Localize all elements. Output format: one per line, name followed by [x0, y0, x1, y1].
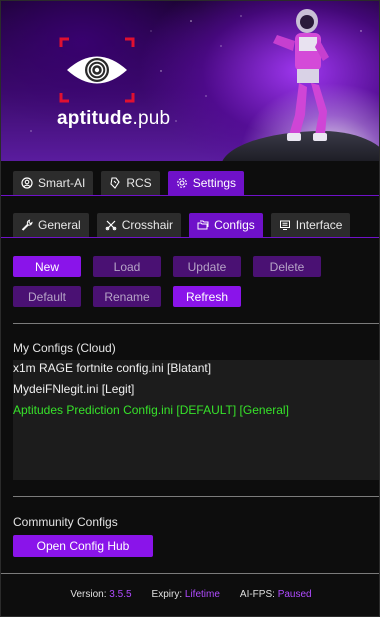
tab-label: Smart-AI [38, 176, 86, 190]
tab-general[interactable]: General [13, 213, 89, 237]
tab-interface[interactable]: Interface [270, 213, 351, 237]
app-window: aptitude.pub Smart-AI RCS Settings Gener… [0, 0, 380, 617]
expiry-value: Lifetime [184, 589, 220, 600]
config-actions-row1: New Load Update Delete [13, 256, 321, 277]
community-configs-title: Community Configs [13, 515, 118, 529]
main-tab-underline [1, 195, 379, 196]
recoil-icon [110, 177, 121, 189]
delete-button[interactable]: Delete [253, 256, 321, 277]
tab-label: Crosshair [121, 218, 174, 232]
folders-icon [197, 220, 209, 230]
tab-rcs[interactable]: RCS [101, 171, 160, 195]
list-item[interactable]: x1m RAGE fortnite config.ini [Blatant] [13, 360, 379, 381]
divider [13, 496, 379, 497]
crosshair-icon [105, 220, 117, 231]
my-configs-title: My Configs (Cloud) [13, 341, 116, 355]
tab-label: Settings [192, 176, 237, 190]
gear-icon [176, 178, 187, 188]
astronaut-illustration [273, 9, 329, 141]
sub-tabbar: General Crosshair Configs Interface [1, 213, 379, 237]
aifps-value: Paused [277, 589, 312, 600]
version-status: Version: 3.5.5 [70, 589, 131, 600]
eye-logo-icon [59, 37, 135, 103]
wrench-icon [21, 219, 33, 231]
expiry-status: Expiry: Lifetime [152, 589, 220, 600]
sub-tab-underline [1, 237, 379, 238]
open-config-hub-button[interactable]: Open Config Hub [13, 535, 153, 557]
monitor-icon [279, 220, 290, 230]
user-circle-icon [21, 177, 33, 189]
version-value: 3.5.5 [109, 589, 132, 600]
config-list[interactable]: x1m RAGE fortnite config.ini [Blatant] M… [13, 360, 379, 480]
list-item[interactable]: Aptitudes Prediction Config.ini [DEFAULT… [13, 402, 379, 423]
status-footer: Version: 3.5.5 Expiry: Lifetime AI-FPS: … [1, 589, 379, 600]
expiry-label: Expiry: [151, 589, 183, 600]
aifps-status: AI-FPS: Paused [240, 589, 312, 600]
divider [1, 573, 379, 574]
rename-button[interactable]: Rename [93, 286, 161, 307]
config-actions-row2: Default Rename Refresh [13, 286, 241, 307]
brand-name: aptitude [57, 108, 133, 129]
version-label: Version: [70, 589, 107, 600]
load-button[interactable]: Load [93, 256, 161, 277]
new-button[interactable]: New [13, 256, 81, 277]
update-button[interactable]: Update [173, 256, 241, 277]
divider [13, 323, 379, 324]
tab-settings[interactable]: Settings [167, 171, 245, 195]
tab-smart-ai[interactable]: Smart-AI [13, 171, 94, 195]
aifps-label: AI-FPS: [239, 589, 275, 600]
tab-label: Interface [295, 218, 343, 232]
header-banner: aptitude.pub [1, 1, 379, 161]
default-button[interactable]: Default [13, 286, 81, 307]
brand-logo-text: aptitude.pub [57, 108, 170, 130]
tab-label: Configs [214, 218, 255, 232]
refresh-button[interactable]: Refresh [173, 286, 241, 307]
brand-suffix: .pub [132, 108, 171, 129]
list-item[interactable]: MydeiFNlegit.ini [Legit] [13, 381, 379, 402]
main-tabbar: Smart-AI RCS Settings [1, 171, 379, 195]
tab-label: General [38, 218, 81, 232]
tab-configs[interactable]: Configs [189, 213, 263, 237]
tab-crosshair[interactable]: Crosshair [96, 213, 182, 237]
tab-label: RCS [126, 176, 152, 190]
